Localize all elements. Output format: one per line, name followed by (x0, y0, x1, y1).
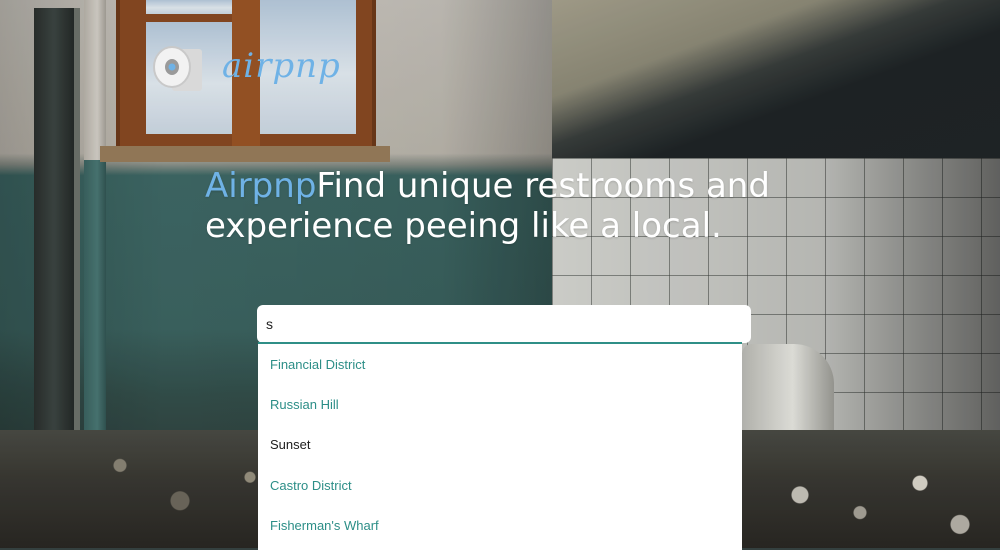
hero-headline: AirpnpFind unique restrooms and experien… (205, 166, 805, 246)
suggestion-item[interactable]: Castro District (258, 465, 742, 505)
autocomplete-dropdown: Financial District Russian Hill Sunset C… (258, 342, 742, 550)
hero-brand-word: Airpnp (205, 166, 317, 206)
location-search-input[interactable] (257, 305, 751, 343)
suggestion-item[interactable]: Financial District (258, 344, 742, 384)
logo-text: airpnp (222, 46, 341, 86)
logo[interactable]: airpnp (150, 36, 341, 96)
toilet-paper-roll-icon (153, 46, 202, 91)
suggestion-item[interactable]: Fisherman's Wharf (258, 506, 742, 546)
suggestion-item[interactable]: Sunset (258, 425, 742, 465)
suggestion-item[interactable]: Russian Hill (258, 384, 742, 424)
